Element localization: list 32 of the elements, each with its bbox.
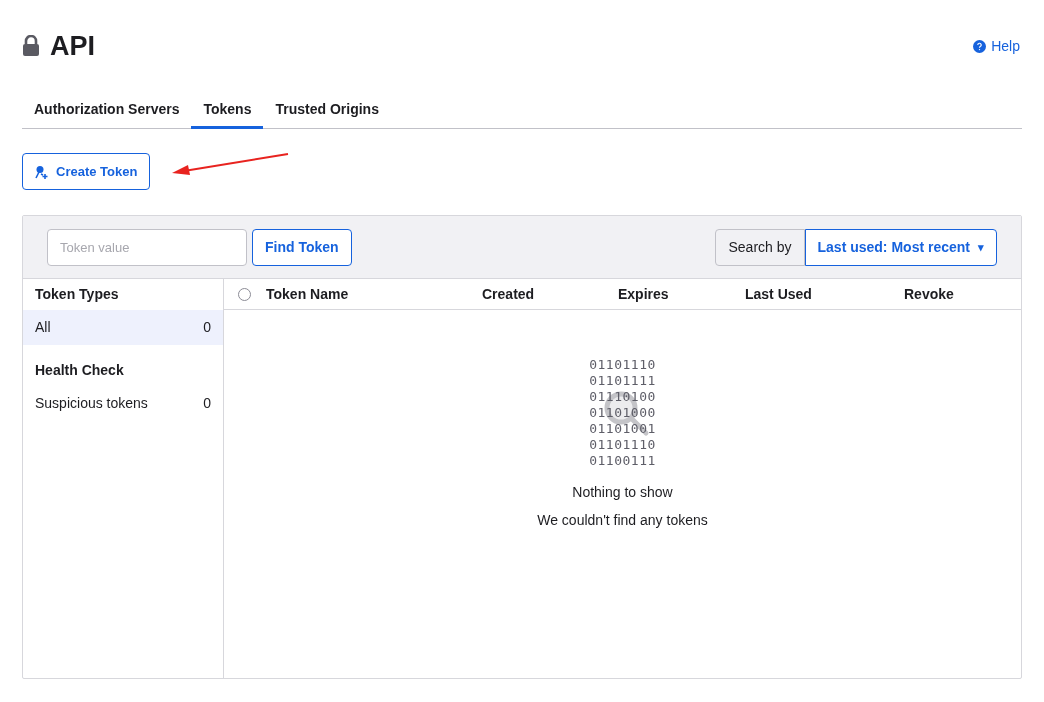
select-all-radio[interactable] — [238, 287, 251, 301]
binary-line: 01110100 — [589, 389, 656, 405]
sidebar-heading: Health Check — [34, 361, 125, 380]
binary-line: 01101110 — [589, 437, 656, 453]
lock-icon — [22, 35, 40, 57]
column-header: Last Used — [745, 285, 812, 302]
sidebar-item[interactable]: All 0 — [23, 310, 223, 345]
column-header: Token Name — [266, 285, 349, 302]
binary-line: 01101000 — [589, 405, 656, 421]
key-icon — [35, 164, 49, 179]
column-header: Revoke — [904, 285, 954, 302]
create-token-button[interactable]: Create Token — [22, 153, 151, 190]
binary-line: 01101111 — [589, 373, 656, 389]
page-title: API — [50, 30, 95, 62]
tab[interactable]: Authorization Servers — [22, 93, 192, 129]
empty-title: Nothing to show — [572, 483, 673, 502]
sidebar-item[interactable]: Suspicious tokens 0 — [23, 386, 223, 421]
sort-dropdown[interactable]: Last used: Most recent ▾ — [804, 228, 997, 266]
binary-line: 01101001 — [589, 421, 656, 437]
sidebar-heading: Token Types — [34, 285, 120, 304]
empty-message: We couldn't find any tokens — [537, 511, 708, 530]
tab[interactable]: Tokens — [191, 93, 264, 129]
column-header: Expires — [618, 285, 669, 302]
help-link[interactable]: Help — [973, 35, 1020, 57]
find-token-button[interactable]: Find Token — [252, 228, 352, 266]
search-by-label: Search by — [715, 228, 805, 266]
binary-line: 01100111 — [589, 453, 656, 469]
tab[interactable]: Trusted Origins — [263, 93, 391, 129]
token-value-field[interactable]: Token value — [47, 228, 247, 266]
binary-line: 01101110 — [589, 357, 656, 373]
column-header: Created — [482, 285, 535, 302]
help-icon — [973, 39, 987, 53]
